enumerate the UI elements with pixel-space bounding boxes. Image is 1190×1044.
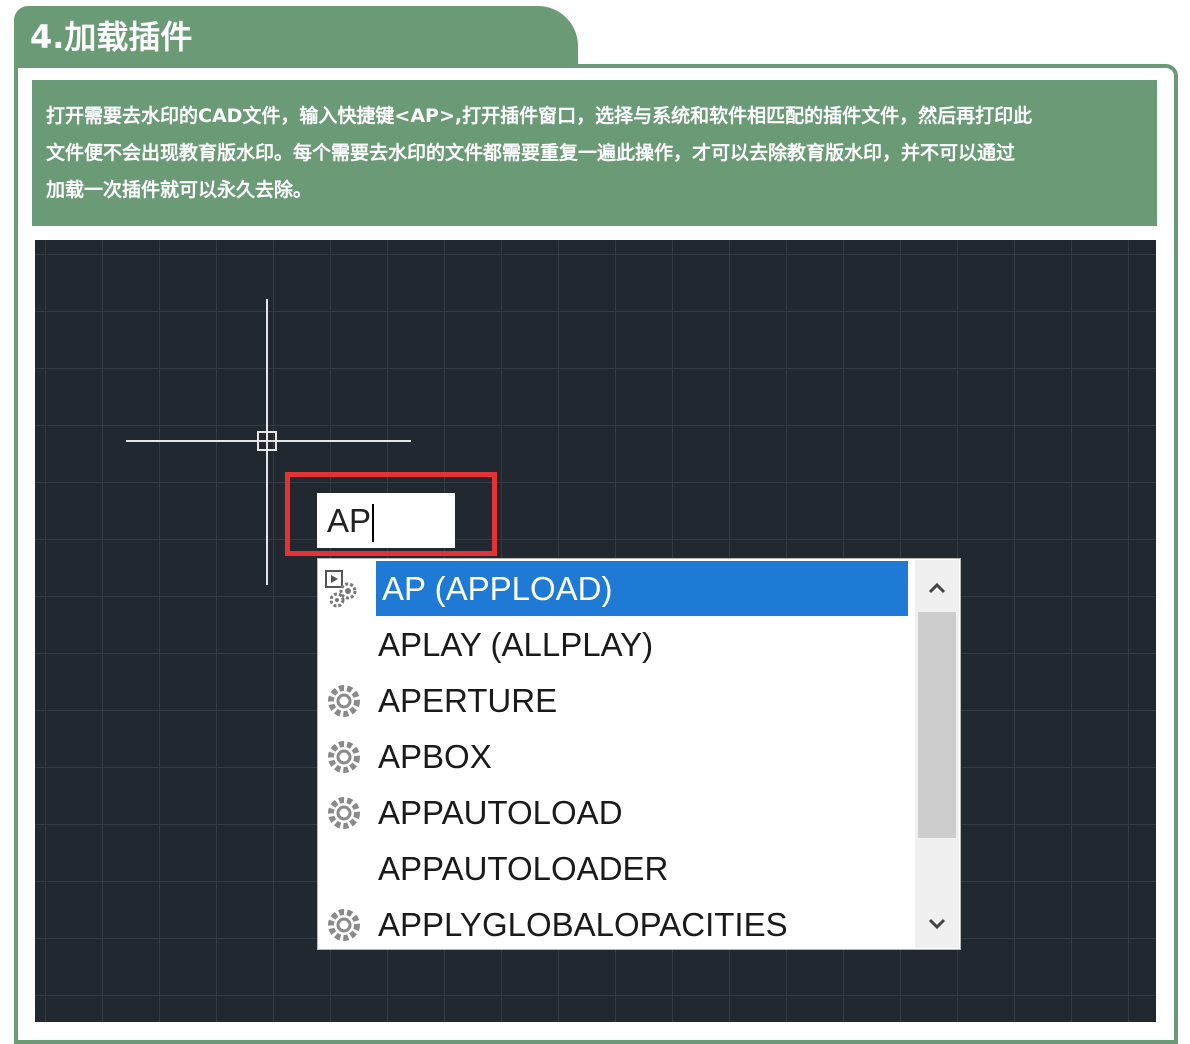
chevron-down-icon[interactable] (915, 902, 959, 946)
red-highlight-box (285, 472, 497, 556)
gear-icon (328, 797, 360, 829)
scrollbar-thumb[interactable] (918, 612, 956, 838)
autocomplete-item-label: APPLYGLOBALOPACITIES (378, 906, 788, 943)
crosshair-pickbox (257, 431, 277, 451)
autocomplete-item-label: APPAUTOLOADER (378, 850, 669, 887)
autocomplete-item-aperture[interactable]: APERTURE (318, 673, 912, 728)
autocomplete-item-label: APPAUTOLOAD (378, 794, 623, 831)
autocomplete-item-label: AP (APPLOAD) (376, 561, 908, 616)
autocomplete-item-appautoload[interactable]: APPAUTOLOAD (318, 785, 912, 840)
autocomplete-item-label: APLAY (ALLPLAY) (378, 626, 654, 663)
gear-icon (328, 685, 360, 717)
autocomplete-item-label: APBOX (378, 738, 492, 775)
description-line: 文件便不会出现教育版水印。每个需要去水印的文件都需要重复一遍此操作，才可以去除教… (46, 142, 1016, 164)
description-box: 打开需要去水印的CAD文件，输入快捷键<AP>,打开插件窗口，选择与系统和软件相… (32, 80, 1157, 226)
cad-drawing-area[interactable]: AP AP (APPLOAD) APLAY (ALLPLAY) APERTURE (35, 240, 1156, 1022)
play-gear-icon (325, 570, 357, 608)
autocomplete-item-appautoloader[interactable]: APPAUTOLOADER (318, 841, 912, 896)
gear-icon (328, 909, 360, 941)
dropdown-scrollbar[interactable] (915, 560, 959, 948)
section-title: 4.加载插件 (14, 6, 578, 68)
chevron-up-icon[interactable] (915, 566, 959, 610)
autocomplete-item-label: APERTURE (378, 682, 558, 719)
description-line: 加载一次插件就可以永久去除。 (46, 179, 313, 201)
gear-icon (328, 741, 360, 773)
autocomplete-dropdown[interactable]: AP (APPLOAD) APLAY (ALLPLAY) APERTURE AP… (317, 558, 961, 950)
autocomplete-item-applyglobalopacities[interactable]: APPLYGLOBALOPACITIES (318, 897, 912, 952)
autocomplete-item-apbox[interactable]: APBOX (318, 729, 912, 784)
autocomplete-item-ap[interactable]: AP (APPLOAD) (318, 561, 912, 616)
description-line: 打开需要去水印的CAD文件，输入快捷键<AP>,打开插件窗口，选择与系统和软件相… (46, 105, 1033, 127)
autocomplete-item-aplay[interactable]: APLAY (ALLPLAY) (318, 617, 912, 672)
